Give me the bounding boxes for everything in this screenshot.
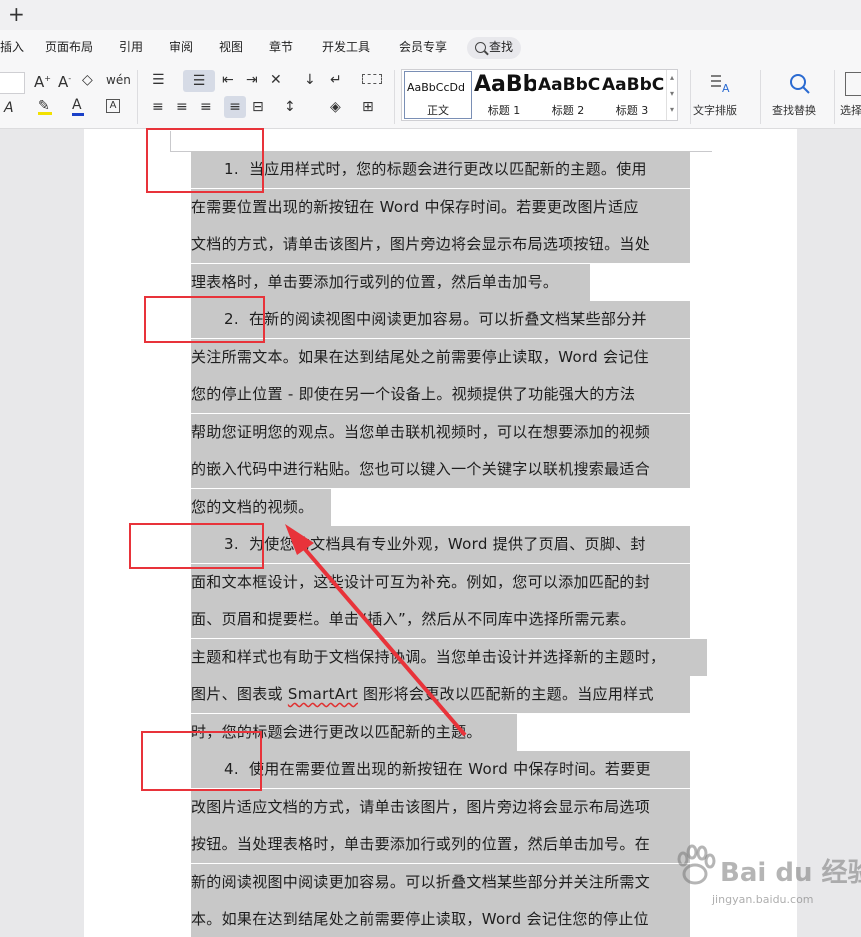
watermark-url: jingyan.baidu.com — [712, 893, 814, 906]
baidu-watermark: Bai du 经验 jingyan.baidu.com — [672, 838, 861, 918]
annotation-arrow — [285, 524, 467, 737]
watermark-text: Bai du 经验 — [720, 858, 861, 888]
paw-logo-icon — [677, 844, 716, 885]
